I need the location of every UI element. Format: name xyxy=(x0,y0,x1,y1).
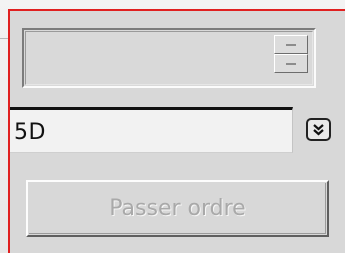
period-combobox[interactable]: 5D xyxy=(10,107,293,153)
submit-order-button[interactable]: Passer ordre xyxy=(26,180,329,237)
spin-down-icon xyxy=(286,62,296,65)
spin-up-button[interactable] xyxy=(274,35,308,54)
combo-dropdown-button[interactable] xyxy=(306,118,331,141)
spinner-field[interactable] xyxy=(25,31,313,85)
period-combobox-value: 5D xyxy=(14,120,46,145)
spin-up-icon xyxy=(286,43,296,46)
panel-edge-fade xyxy=(260,11,345,17)
quantity-spinner[interactable] xyxy=(22,28,316,88)
submit-order-button-label: Passer ordre xyxy=(109,196,246,221)
spin-down-button[interactable] xyxy=(274,54,308,73)
double-chevron-down-icon xyxy=(313,124,324,136)
